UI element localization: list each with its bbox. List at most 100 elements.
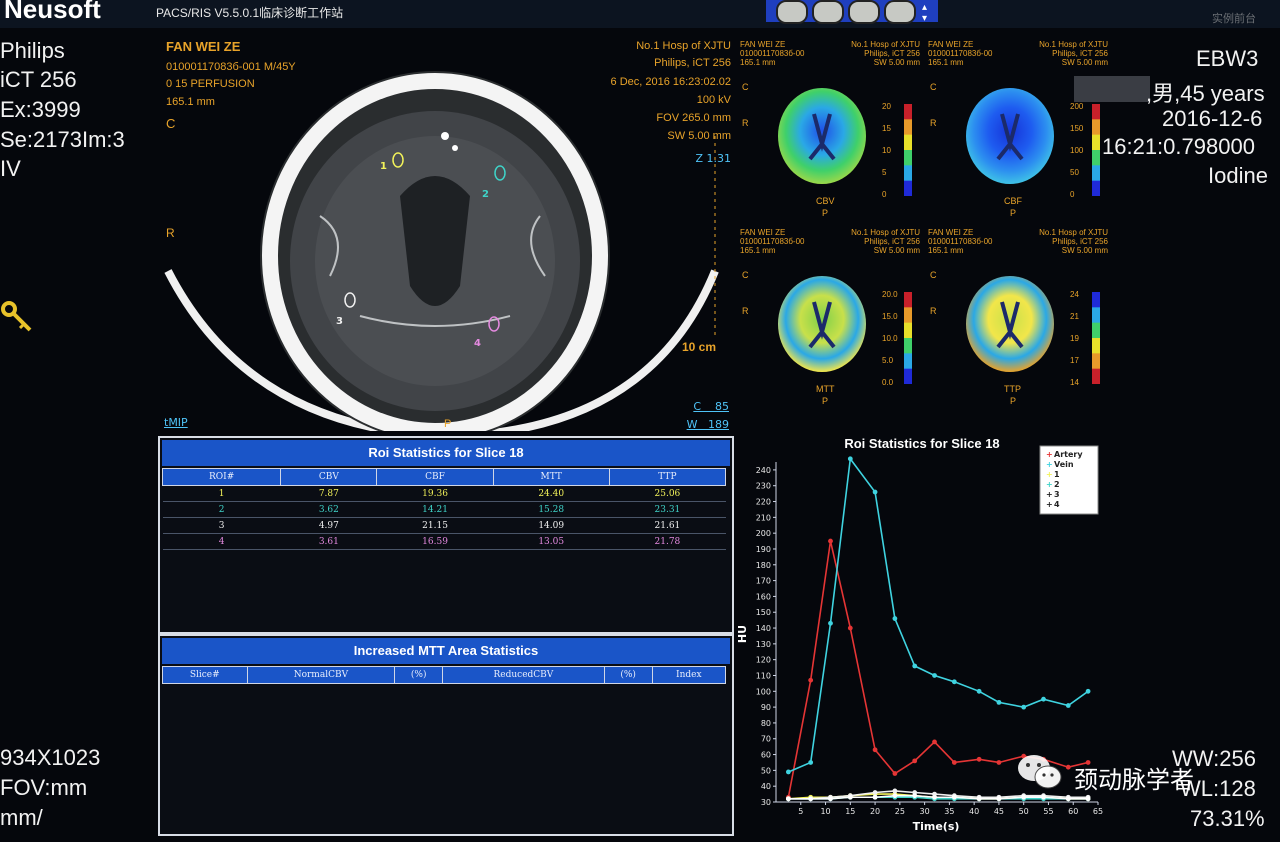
data-point xyxy=(892,788,898,794)
y-tick-label: 160 xyxy=(756,592,771,601)
map-image-cbf xyxy=(966,88,1054,184)
y-tick-label: 50 xyxy=(761,766,771,775)
manufacturer: Philips xyxy=(0,38,65,63)
table-cell: 25.06 xyxy=(609,485,726,502)
map-header-line: Philips, iCT 256 xyxy=(1052,237,1108,246)
legend-entry: 3 xyxy=(1054,490,1060,499)
data-point xyxy=(808,760,814,765)
map-header-line: Philips, iCT 256 xyxy=(864,49,920,58)
map-scale-tick: 150 xyxy=(1070,124,1084,133)
perfusion-map-grid: FAN WEI ZE 01000117083б-00 165.1 mm No.1 Ho… xyxy=(738,36,1108,414)
table-cell: 21.15 xyxy=(376,517,494,534)
y-tick-label: 230 xyxy=(756,482,771,491)
map-header-right: No.1 Hosp of XJTU Philips, iCT 256 SW 5.00… xyxy=(1039,40,1108,67)
map-header-line: SW 5.00 mm xyxy=(1061,58,1108,67)
series-image: Se:2173Im:3 xyxy=(0,127,125,152)
table-row[interactable]: 2 3.62 14.21 15.28 23.31 xyxy=(162,501,726,518)
spinner-icon[interactable]: ▴ ▾ xyxy=(922,2,927,24)
top-right-label: 实例前台 xyxy=(1212,12,1256,25)
map-image-cbv xyxy=(778,88,866,184)
table-row[interactable]: 1 7.87 19.36 24.40 25.06 xyxy=(162,485,726,502)
data-point xyxy=(808,796,814,802)
layout-toolbar: ▴ ▾ xyxy=(766,0,938,24)
map-header-line: FAN WEI ZE xyxy=(740,228,786,237)
layout-button-2[interactable] xyxy=(812,0,844,24)
map-colorbar-cbv xyxy=(904,104,912,196)
data-point xyxy=(847,625,853,631)
y-tick-label: 120 xyxy=(756,656,771,665)
legend-marker: + xyxy=(1046,470,1053,479)
data-point xyxy=(1065,703,1071,708)
y-tick-label: 40 xyxy=(761,782,771,791)
table-cell: 23.31 xyxy=(609,501,726,518)
map-cbv[interactable]: FAN WEI ZE 01000117083б-00 165.1 mm No.1 Ho… xyxy=(738,36,920,218)
ct-scale-label: 10 cm xyxy=(682,340,717,354)
layout-button-1[interactable] xyxy=(776,0,808,24)
legend-entry: 2 xyxy=(1054,480,1060,489)
map-header-line: 165.1 mm xyxy=(928,246,964,255)
x-tick-label: 20 xyxy=(870,807,880,816)
data-point xyxy=(872,790,878,795)
window-width-link[interactable]: W 189 xyxy=(687,418,729,431)
data-point xyxy=(951,760,957,765)
table-row[interactable]: 3 4.97 21.15 14.09 21.61 xyxy=(162,517,726,534)
map-header-left: FAN WEI ZE 01000117083б-00 165.1 mm xyxy=(740,228,805,255)
matrix-size: 934X1023 xyxy=(0,745,101,770)
key-icon[interactable] xyxy=(0,300,34,338)
y-axis-label: HU xyxy=(736,625,749,643)
app-title: PACS/RIS V5.5.0.1临床诊断工作站 xyxy=(156,6,344,20)
y-tick-label: 100 xyxy=(756,687,771,696)
window-center-link[interactable]: C 85 xyxy=(693,400,729,413)
y-tick-label: 150 xyxy=(756,608,771,617)
map-cbf[interactable]: FAN WEI ZE 01000117083б-00 165.1 mm No.1 Ho… xyxy=(926,36,1108,218)
map-orient-bottom: P xyxy=(1010,396,1017,406)
layout-button-3[interactable] xyxy=(848,0,880,24)
layout-button-4[interactable] xyxy=(884,0,916,24)
tmip-link[interactable]: tMIP xyxy=(164,416,188,429)
fov-info: FOV:mm xyxy=(0,775,88,800)
table-cell: 1 xyxy=(162,485,281,502)
ct-viewport[interactable]: 1 2 3 4 FAN WEI ZE 01000117083б-001 M/45… xyxy=(160,36,735,441)
map-scale-tick: 10.0 xyxy=(882,334,898,343)
table-cell: 3 xyxy=(162,517,281,534)
map-header-line: SW 5.00 mm xyxy=(1061,246,1108,255)
data-point xyxy=(872,747,878,753)
table-cell: 4 xyxy=(162,533,281,550)
map-header-line: 01000117083б-00 xyxy=(740,237,805,246)
map-scale-tick: 19 xyxy=(1070,334,1079,343)
table-cell: 3.61 xyxy=(280,533,377,550)
roi-col-header: CBF xyxy=(376,468,494,486)
map-mtt[interactable]: FAN WEI ZE 01000117083б-00 165.1 mm No.1 Ho… xyxy=(738,224,920,406)
map-colorbar-ttp xyxy=(1092,292,1100,384)
table-cell: 3.62 xyxy=(280,501,377,518)
map-header-line: SW 5.00 mm xyxy=(873,58,920,67)
map-header-line: No.1 Hosp of XJTU xyxy=(851,228,920,237)
ct-series-desc: 0 15 PERFUSION xyxy=(166,78,255,90)
data-point xyxy=(976,756,982,762)
mm-info: mm/ xyxy=(0,805,43,830)
map-scale-tick: 200 xyxy=(1070,102,1084,111)
map-ttp[interactable]: FAN WEI ZE 01000117083б-00 165.1 mm No.1 Ho… xyxy=(926,224,1108,406)
data-point xyxy=(872,489,878,495)
map-scale-tick: 10 xyxy=(882,146,891,155)
table-cell: 7.87 xyxy=(280,485,377,502)
data-point xyxy=(847,456,853,462)
map-header-line: 165.1 mm xyxy=(740,58,776,67)
y-tick-label: 220 xyxy=(756,498,771,507)
x-tick-label: 40 xyxy=(969,807,979,816)
data-point xyxy=(912,758,918,764)
data-point xyxy=(932,794,937,800)
data-point xyxy=(1085,796,1091,802)
map-header-line: No.1 Hosp of XJTU xyxy=(1039,40,1108,49)
table-cell: 19.36 xyxy=(376,485,494,502)
x-tick-label: 55 xyxy=(1043,807,1053,816)
map-scale-tick: 17 xyxy=(1070,356,1079,365)
map-name-cbf: CBF xyxy=(1004,196,1022,206)
brand-logo: Neusoft xyxy=(4,0,101,24)
data-point xyxy=(1065,764,1071,770)
chart-title: Roi Statistics for Slice 18 xyxy=(844,436,999,451)
mtt-col-header: NormalCBV xyxy=(246,666,396,684)
map-header-line: 01000117083б-00 xyxy=(928,237,993,246)
table-row[interactable]: 4 3.61 16.59 13.05 21.78 xyxy=(162,533,726,550)
map-scale-tick: 0 xyxy=(1070,190,1075,199)
